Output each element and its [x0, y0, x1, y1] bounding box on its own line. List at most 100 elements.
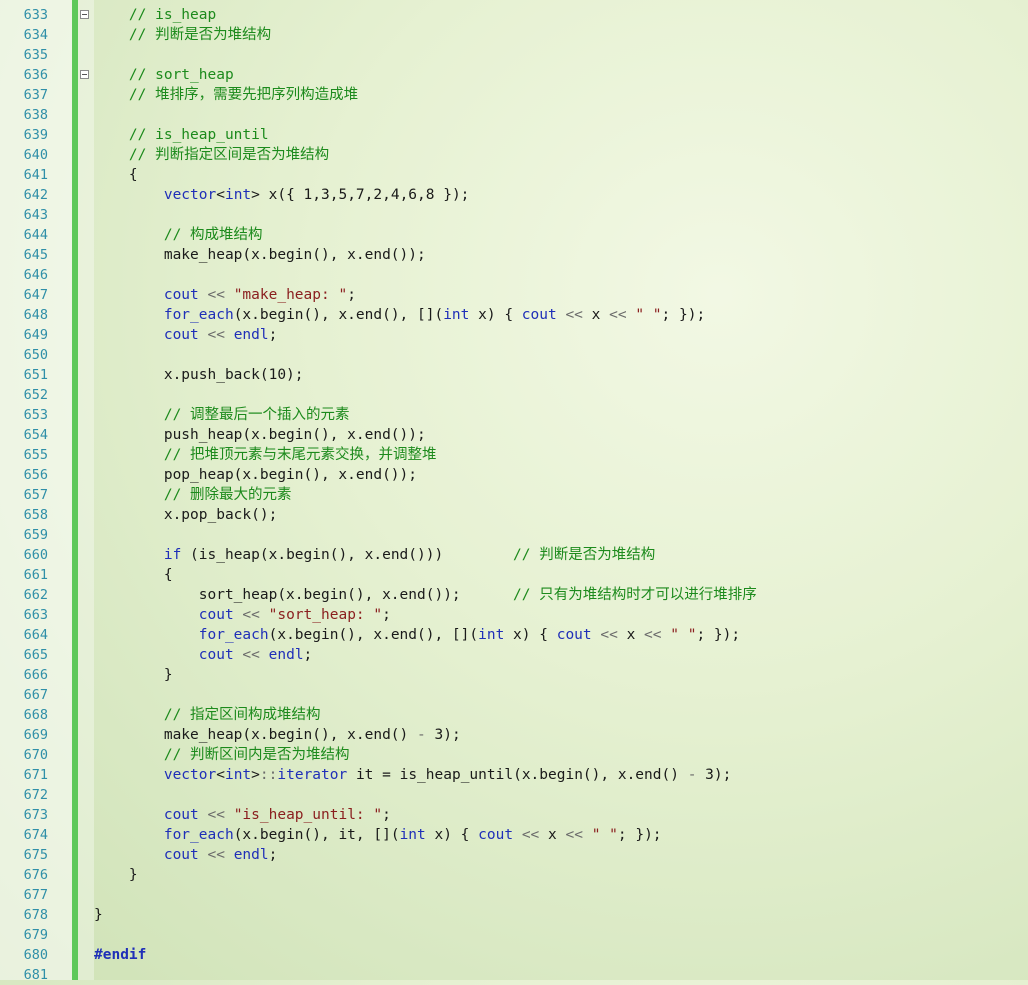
collapse-icon[interactable] — [80, 70, 89, 79]
code-line[interactable]: 672 — [0, 785, 1028, 805]
line-number: 672 — [23, 787, 48, 803]
code-text: // 判断区间内是否为堆结构 — [94, 747, 350, 763]
code-text: } — [94, 867, 138, 883]
code-line[interactable]: 651 x.push_back(10); — [0, 365, 1028, 385]
code-line[interactable]: 650 — [0, 345, 1028, 365]
line-number: 654 — [23, 427, 48, 443]
code-text: x.push_back(10); — [94, 367, 304, 383]
line-number: 656 — [23, 467, 48, 483]
collapse-icon[interactable] — [80, 10, 89, 19]
line-number: 665 — [23, 647, 48, 663]
code-line[interactable]: 637 // 堆排序，需要先把序列构造成堆 — [0, 85, 1028, 105]
code-line[interactable]: 663 cout << "sort_heap: "; — [0, 605, 1028, 625]
code-line[interactable]: 681 — [0, 965, 1028, 985]
code-text: // 把堆顶元素与末尾元素交换，并调整堆 — [94, 447, 437, 463]
code-line[interactable]: 647 cout << "make_heap: "; — [0, 285, 1028, 305]
line-number: 653 — [23, 407, 48, 423]
code-line[interactable]: 648 for_each(x.begin(), x.end(), [](int … — [0, 305, 1028, 325]
code-text: vector<int> x({ 1,3,5,7,2,4,6,8 }); — [163, 187, 470, 203]
code-text: pop_heap(x.begin(), x.end()); — [94, 467, 418, 483]
code-text: // 调整最后一个插入的元素 — [94, 407, 350, 423]
code-line[interactable]: 642 vector<int> x({ 1,3,5,7,2,4,6,8 }); — [0, 185, 1028, 205]
code-line[interactable]: 667 — [0, 685, 1028, 705]
code-line[interactable]: 658 x.pop_back(); — [0, 505, 1028, 525]
line-number: 671 — [23, 767, 48, 783]
code-text: vector<int>::iterator it = is_heap_until… — [163, 767, 732, 783]
code-line[interactable]: 676 } — [0, 865, 1028, 885]
code-text: for_each(x.begin(), x.end(), [](int x) {… — [163, 307, 706, 323]
line-number: 635 — [23, 47, 48, 63]
line-number: 646 — [23, 267, 48, 283]
code-text: // is_heap_until — [94, 127, 269, 143]
line-number: 649 — [23, 327, 48, 343]
line-number: 655 — [23, 447, 48, 463]
code-line[interactable]: 657 // 删除最大的元素 — [0, 485, 1028, 505]
line-number: 674 — [23, 827, 48, 843]
line-number: 644 — [23, 227, 48, 243]
code-line[interactable]: 661 { — [0, 565, 1028, 585]
code-line[interactable]: 643 — [0, 205, 1028, 225]
code-text: { — [94, 167, 138, 183]
code-text: #endif — [94, 947, 147, 963]
code-line[interactable]: 670 // 判断区间内是否为堆结构 — [0, 745, 1028, 765]
line-number: 639 — [23, 127, 48, 143]
code-line[interactable]: 659 — [0, 525, 1028, 545]
code-editor[interactable]: 633 // is_heap 634 // 判断是否为堆结构 635 636 // s… — [0, 0, 1028, 983]
code-line[interactable]: 636 // sort_heap — [0, 65, 1028, 85]
code-text: cout << endl; — [198, 647, 313, 663]
code-line[interactable]: 655 // 把堆顶元素与末尾元素交换，并调整堆 — [0, 445, 1028, 465]
code-line[interactable]: 664 for_each(x.begin(), x.end(), [](int … — [0, 625, 1028, 645]
code-text: // is_heap — [94, 7, 217, 23]
line-number: 664 — [23, 627, 48, 643]
code-line[interactable]: 662 sort_heap(x.begin(), x.end()); // 只有… — [0, 585, 1028, 605]
line-number: 677 — [23, 887, 48, 903]
code-text: // 堆排序，需要先把序列构造成堆 — [94, 87, 359, 103]
line-number: 645 — [23, 247, 48, 263]
code-line[interactable]: 671 vector<int>::iterator it = is_heap_u… — [0, 765, 1028, 785]
code-line[interactable]: 652 — [0, 385, 1028, 405]
code-text: // 判断是否为堆结构 — [94, 27, 272, 43]
line-number: 638 — [23, 107, 48, 123]
line-number: 647 — [23, 287, 48, 303]
code-line[interactable]: 678} — [0, 905, 1028, 925]
code-line[interactable]: 640 // 判断指定区间是否为堆结构 — [0, 145, 1028, 165]
code-line[interactable]: 646 — [0, 265, 1028, 285]
code-line[interactable]: 668 // 指定区间构成堆结构 — [0, 705, 1028, 725]
code-text: } — [94, 907, 103, 923]
code-line[interactable]: 639 // is_heap_until — [0, 125, 1028, 145]
code-line[interactable]: 674 for_each(x.begin(), it, [](int x) { … — [0, 825, 1028, 845]
code-line[interactable]: 660 if (is_heap(x.begin(), x.end())) // … — [0, 545, 1028, 565]
line-number: 676 — [23, 867, 48, 883]
line-number: 633 — [23, 7, 48, 23]
line-number: 637 — [23, 87, 48, 103]
code-line[interactable]: 665 cout << endl; — [0, 645, 1028, 665]
line-number: 652 — [23, 387, 48, 403]
code-text: x.pop_back(); — [94, 507, 278, 523]
code-line[interactable]: 654 push_heap(x.begin(), x.end()); — [0, 425, 1028, 445]
code-line[interactable]: 669 make_heap(x.begin(), x.end() - 3); — [0, 725, 1028, 745]
code-line[interactable]: 666 } — [0, 665, 1028, 685]
code-line[interactable]: 680 #endif — [0, 945, 1028, 965]
code-line[interactable]: 641 { — [0, 165, 1028, 185]
code-text: // 指定区间构成堆结构 — [94, 707, 321, 723]
line-number: 642 — [23, 187, 48, 203]
code-line[interactable]: 675 cout << endl; — [0, 845, 1028, 865]
code-line[interactable]: 633 // is_heap — [0, 5, 1028, 25]
code-line[interactable]: 634 // 判断是否为堆结构 — [0, 25, 1028, 45]
code-line[interactable]: 679 — [0, 925, 1028, 945]
code-line[interactable]: 677 — [0, 885, 1028, 905]
code-line[interactable]: 673 cout << "is_heap_until: "; — [0, 805, 1028, 825]
line-number: 658 — [23, 507, 48, 523]
code-line[interactable]: 638 — [0, 105, 1028, 125]
line-number: 667 — [23, 687, 48, 703]
line-number: 661 — [23, 567, 48, 583]
code-line[interactable]: 653 // 调整最后一个插入的元素 — [0, 405, 1028, 425]
code-line[interactable]: 645 make_heap(x.begin(), x.end()); — [0, 245, 1028, 265]
code-line[interactable]: 656 pop_heap(x.begin(), x.end()); — [0, 465, 1028, 485]
line-number: 659 — [23, 527, 48, 543]
code-line[interactable]: 649 cout << endl; — [0, 325, 1028, 345]
line-number: 648 — [23, 307, 48, 323]
code-line[interactable]: 635 — [0, 45, 1028, 65]
code-line[interactable]: 644 // 构成堆结构 — [0, 225, 1028, 245]
line-number: 679 — [23, 927, 48, 943]
